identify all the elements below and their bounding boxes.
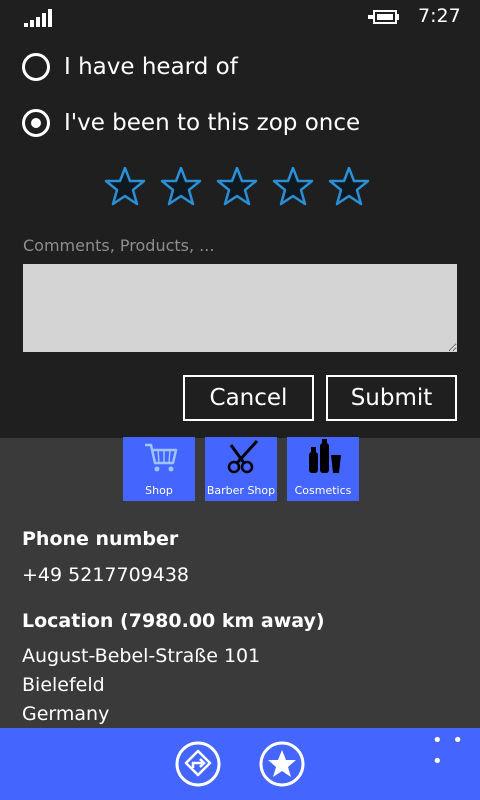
star-icon-2[interactable]	[160, 166, 202, 206]
cancel-button[interactable]: Cancel	[183, 375, 314, 421]
option-been-once[interactable]: I've been to this zop once	[22, 109, 360, 137]
category-tiles: Shop Barber Shop Cosmetics	[123, 437, 359, 501]
scissors-icon	[227, 439, 259, 474]
more-options-button[interactable]: • • •	[432, 730, 480, 772]
star-icon-1[interactable]	[104, 166, 146, 206]
address-city: Bielefeld	[22, 674, 105, 696]
star-rating	[104, 166, 370, 206]
status-bar: 7:27	[0, 0, 480, 34]
battery-charging-icon	[368, 10, 399, 24]
comment-input[interactable]	[23, 264, 457, 352]
radio-button-checked[interactable]	[22, 109, 50, 137]
category-label: Shop	[145, 484, 173, 497]
category-label: Barber Shop	[206, 484, 276, 497]
category-tile-shop[interactable]: Shop	[123, 437, 195, 501]
address-street: August-Bebel-Straße 101	[22, 645, 261, 667]
phone-number[interactable]: +49 5217709438	[22, 564, 189, 586]
submit-button[interactable]: Submit	[326, 375, 457, 421]
cosmetics-bottles-icon	[309, 439, 341, 473]
option-heard-of[interactable]: I have heard of	[22, 53, 238, 81]
app-bar: • • •	[0, 728, 480, 800]
clock: 7:27	[418, 5, 461, 27]
category-tile-cosmetics[interactable]: Cosmetics	[287, 437, 359, 501]
rating-dialog: I have heard of I've been to this zop on…	[0, 34, 480, 438]
category-label: Cosmetics	[294, 484, 352, 497]
star-icon-5[interactable]	[328, 166, 370, 206]
star-icon-3[interactable]	[216, 166, 258, 206]
shopping-cart-icon	[145, 443, 178, 472]
favorite-star-icon[interactable]	[258, 740, 306, 788]
option-label: I've been to this zop once	[64, 110, 361, 136]
star-icon-4[interactable]	[272, 166, 314, 206]
signal-strength-icon	[24, 9, 52, 27]
phone-title: Phone number	[22, 528, 179, 550]
category-tile-barber-shop[interactable]: Barber Shop	[205, 437, 277, 501]
option-label: I have heard of	[64, 54, 238, 80]
directions-icon[interactable]	[174, 740, 222, 788]
radio-button-unchecked[interactable]	[22, 53, 50, 81]
location-title: Location (7980.00 km away)	[22, 610, 325, 632]
comment-placeholder: Comments, Products, ...	[23, 236, 215, 255]
address-country: Germany	[22, 703, 110, 725]
